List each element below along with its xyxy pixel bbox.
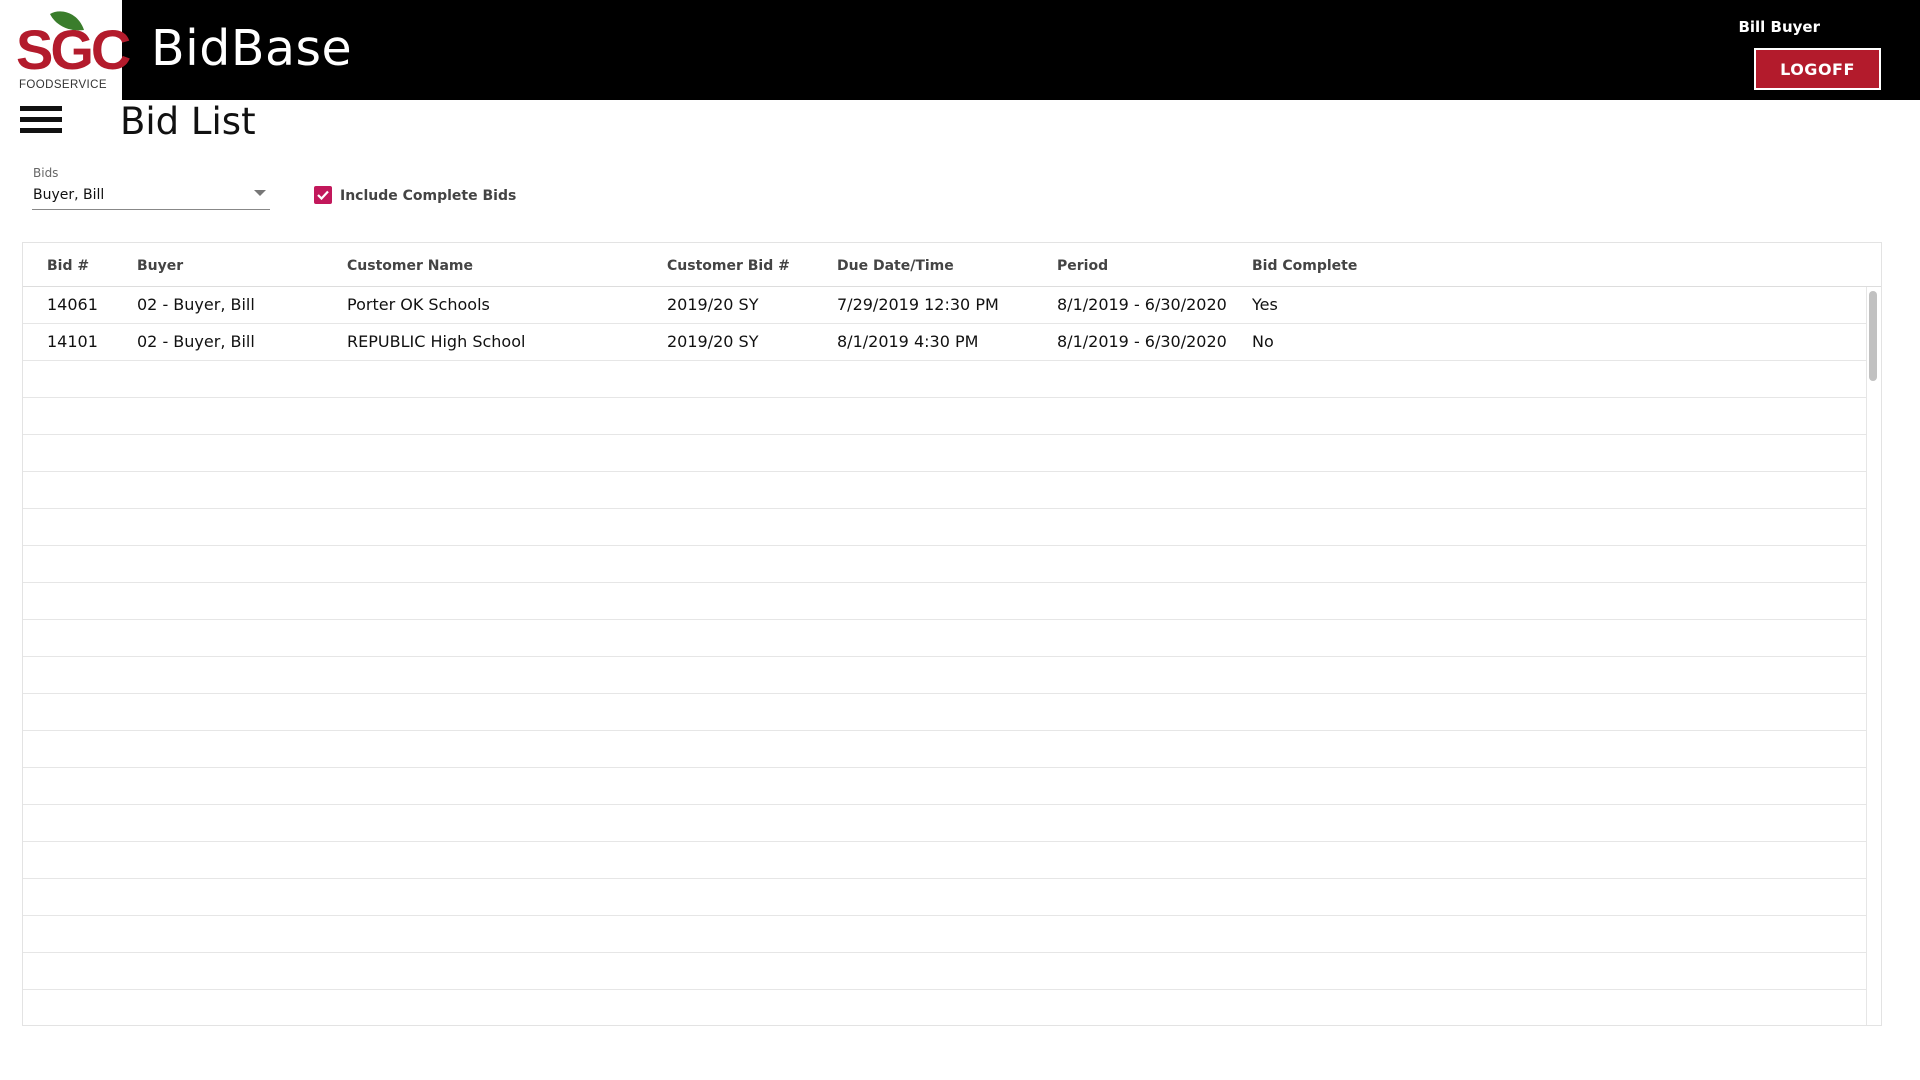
app-header: SGC FOODSERVICE BidBase Bill Buyer LOGOF… xyxy=(0,0,1920,100)
cell-bid-complete: No xyxy=(1252,332,1274,351)
empty-table-row xyxy=(23,842,1866,879)
empty-table-row xyxy=(23,953,1866,990)
empty-table-row xyxy=(23,398,1866,435)
cell-customer-bid-number: 2019/20 SY xyxy=(667,332,759,351)
app-title: BidBase xyxy=(151,20,353,77)
cell-customer-bid-number: 2019/20 SY xyxy=(667,295,759,314)
table-scrollbar-thumb[interactable] xyxy=(1869,291,1877,381)
logo-text: SGC xyxy=(16,18,131,81)
include-complete-checkbox[interactable] xyxy=(314,186,332,204)
cell-customer-name: Porter OK Schools xyxy=(347,295,490,314)
cell-bid-number: 14101 xyxy=(47,332,98,351)
empty-table-row xyxy=(23,620,1866,657)
logo-subtext: FOODSERVICE xyxy=(19,79,107,91)
empty-table-row xyxy=(23,657,1866,694)
column-header-bid-number[interactable]: Bid # xyxy=(47,259,89,273)
bids-dropdown-value: Buyer, Bill xyxy=(33,187,105,203)
sgc-logo: SGC FOODSERVICE xyxy=(0,0,131,100)
page-title: Bid List xyxy=(120,100,256,143)
table-scrollbar[interactable] xyxy=(1866,287,1881,1025)
include-complete-label: Include Complete Bids xyxy=(340,188,517,204)
user-name: Bill Buyer xyxy=(1738,18,1820,36)
empty-table-row xyxy=(23,361,1866,398)
bids-label: Bids xyxy=(33,166,59,180)
empty-table-row xyxy=(23,916,1866,953)
cell-bid-complete: Yes xyxy=(1252,295,1278,314)
column-header-buyer[interactable]: Buyer xyxy=(137,259,183,273)
cell-period: 8/1/2019 - 6/30/2020 xyxy=(1057,332,1227,351)
cell-buyer: 02 - Buyer, Bill xyxy=(137,332,255,351)
empty-table-row xyxy=(23,546,1866,583)
column-header-customer-name[interactable]: Customer Name xyxy=(347,259,473,273)
table-row[interactable]: 14061 02 - Buyer, Bill Porter OK Schools… xyxy=(23,287,1866,324)
checkmark-icon xyxy=(317,190,329,201)
empty-table-row xyxy=(23,990,1866,1025)
column-header-period[interactable]: Period xyxy=(1057,259,1108,273)
column-header-due-date-time[interactable]: Due Date/Time xyxy=(837,259,954,273)
cell-due-date-time: 7/29/2019 12:30 PM xyxy=(837,295,999,314)
bid-table: Bid # Buyer Customer Name Customer Bid #… xyxy=(22,242,1882,1026)
cell-bid-number: 14061 xyxy=(47,295,98,314)
empty-table-row xyxy=(23,583,1866,620)
empty-table-row xyxy=(23,731,1866,768)
cell-due-date-time: 8/1/2019 4:30 PM xyxy=(837,332,979,351)
column-header-customer-bid-number[interactable]: Customer Bid # xyxy=(667,259,790,273)
empty-table-row xyxy=(23,509,1866,546)
cell-buyer: 02 - Buyer, Bill xyxy=(137,295,255,314)
hamburger-menu-icon[interactable] xyxy=(20,104,62,136)
bids-dropdown[interactable]: Buyer, Bill xyxy=(32,184,270,210)
empty-table-row xyxy=(23,879,1866,916)
cell-customer-name: REPUBLIC High School xyxy=(347,332,526,351)
empty-table-row xyxy=(23,768,1866,805)
chevron-down-icon xyxy=(254,190,266,196)
column-header-bid-complete[interactable]: Bid Complete xyxy=(1252,259,1357,273)
empty-table-row xyxy=(23,472,1866,509)
empty-table-row xyxy=(23,805,1866,842)
empty-table-row xyxy=(23,435,1866,472)
empty-table-row xyxy=(23,694,1866,731)
table-header: Bid # Buyer Customer Name Customer Bid #… xyxy=(23,243,1881,287)
cell-period: 8/1/2019 - 6/30/2020 xyxy=(1057,295,1227,314)
table-row[interactable]: 14101 02 - Buyer, Bill REPUBLIC High Sch… xyxy=(23,324,1866,361)
logoff-button[interactable]: LOGOFF xyxy=(1754,48,1881,90)
